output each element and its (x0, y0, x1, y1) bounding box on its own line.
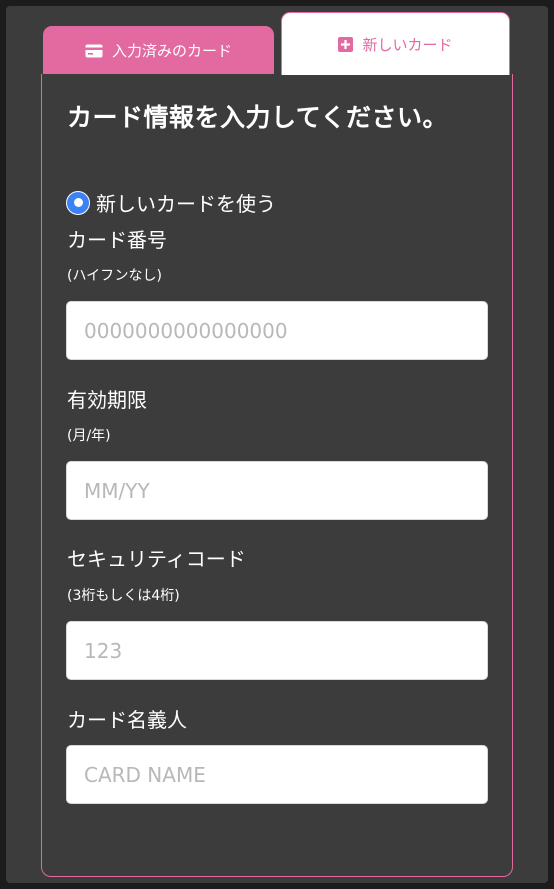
radio-selected-dot (73, 198, 83, 207)
security-code-hint: (3桁もしくは4桁) (67, 588, 180, 604)
expiry-hint: (月/年) (67, 428, 111, 444)
expiry-label: 有効期限 (67, 388, 147, 412)
credit-card-icon (85, 44, 103, 58)
card-name-input[interactable] (66, 745, 488, 804)
card-number-hint: (ハイフンなし) (67, 268, 162, 284)
tab-saved-cards[interactable]: 入力済みのカード (43, 26, 274, 75)
card-number-label: カード番号 (67, 228, 167, 252)
tab-new-card-label: 新しいカード (362, 35, 453, 54)
tab-saved-cards-label: 入力済みのカード (111, 42, 232, 60)
expiry-input[interactable] (66, 461, 488, 520)
use-new-card-option[interactable]: 新しいカードを使う (66, 188, 276, 217)
use-new-card-radio[interactable] (66, 190, 90, 215)
card-number-input[interactable] (66, 301, 488, 360)
use-new-card-label: 新しいカードを使う (96, 192, 276, 216)
form-title: カード情報を入力してください。 (67, 103, 449, 132)
tab-new-card[interactable]: 新しいカード (281, 12, 510, 75)
security-code-input[interactable] (66, 621, 488, 680)
card-name-label: カード名義人 (67, 708, 187, 732)
plus-square-icon (338, 36, 354, 52)
security-code-label: セキュリティコード (67, 547, 246, 571)
